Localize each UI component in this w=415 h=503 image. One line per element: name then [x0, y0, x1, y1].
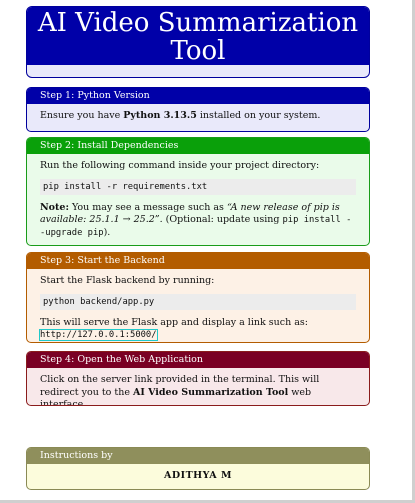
author-name: ADITHYA M	[164, 470, 232, 481]
credits-box: Instructions by ADITHYA M	[26, 447, 370, 490]
step-2-intro: Run the following command inside your pr…	[40, 160, 320, 171]
note-end: ).	[103, 226, 111, 238]
step-2-box: Step 2: Install Dependencies Run the fol…	[26, 137, 370, 246]
note-text-1: You may see a message such as	[68, 201, 227, 213]
tool-name: AI Video Summarization Tool	[132, 386, 289, 398]
title-line-2: Tool	[170, 36, 226, 66]
title-box: AI Video Summarization Tool	[26, 6, 370, 78]
note-text-2: . (Optional: update using	[159, 214, 283, 225]
step-3-text: This will serve the Flask app and displa…	[39, 316, 356, 342]
step-1-body: Ensure you have Python 3.13.5 installed …	[27, 104, 369, 129]
step-3-box: Step 3: Start the Backend Start the Flas…	[26, 252, 370, 343]
step-4-heading: Step 4: Open the Web Application	[27, 352, 369, 368]
step-1-box: Step 1: Python Version Ensure you have P…	[26, 87, 370, 132]
step-3-heading: Step 3: Start the Backend	[27, 253, 369, 269]
backend-command[interactable]: python backend/app.py	[40, 293, 356, 310]
step-2-note: Note: You may see a message such as “A n…	[40, 202, 356, 240]
step-1-heading: Step 1: Python Version	[27, 88, 369, 104]
server-link[interactable]: http://127.0.0.1:5000/	[39, 329, 158, 341]
step-1-text-b: installed on your system.	[196, 110, 321, 121]
step-4-body: Click on the server link provided in the…	[27, 368, 369, 405]
step-1-text: Ensure you have Python 3.13.5 installed …	[40, 110, 356, 123]
python-version: Python 3.13.5	[123, 110, 197, 121]
step-2-heading: Step 2: Install Dependencies	[27, 138, 369, 154]
step-3-text-a: This will serve the Flask app and displa…	[40, 316, 308, 328]
step-4-box: Step 4: Open the Web Application Click o…	[26, 351, 370, 406]
credits-heading: Instructions by	[27, 448, 369, 464]
step-3-body: Start the Flask backend by running: pyth…	[27, 269, 369, 342]
step-4-text: Click on the server link provided in the…	[40, 374, 356, 405]
page-title: AI Video Summarization Tool	[27, 7, 369, 65]
install-command[interactable]: pip install -r requirements.txt	[40, 178, 356, 195]
title-line-1: AI Video Summarization	[37, 8, 359, 38]
step-2-body: Run the following command inside your pr…	[27, 154, 369, 245]
step-1-text-a: Ensure you have	[40, 110, 124, 121]
note-label: Note:	[40, 201, 69, 213]
step-3-intro: Start the Flask backend by running:	[40, 275, 215, 286]
